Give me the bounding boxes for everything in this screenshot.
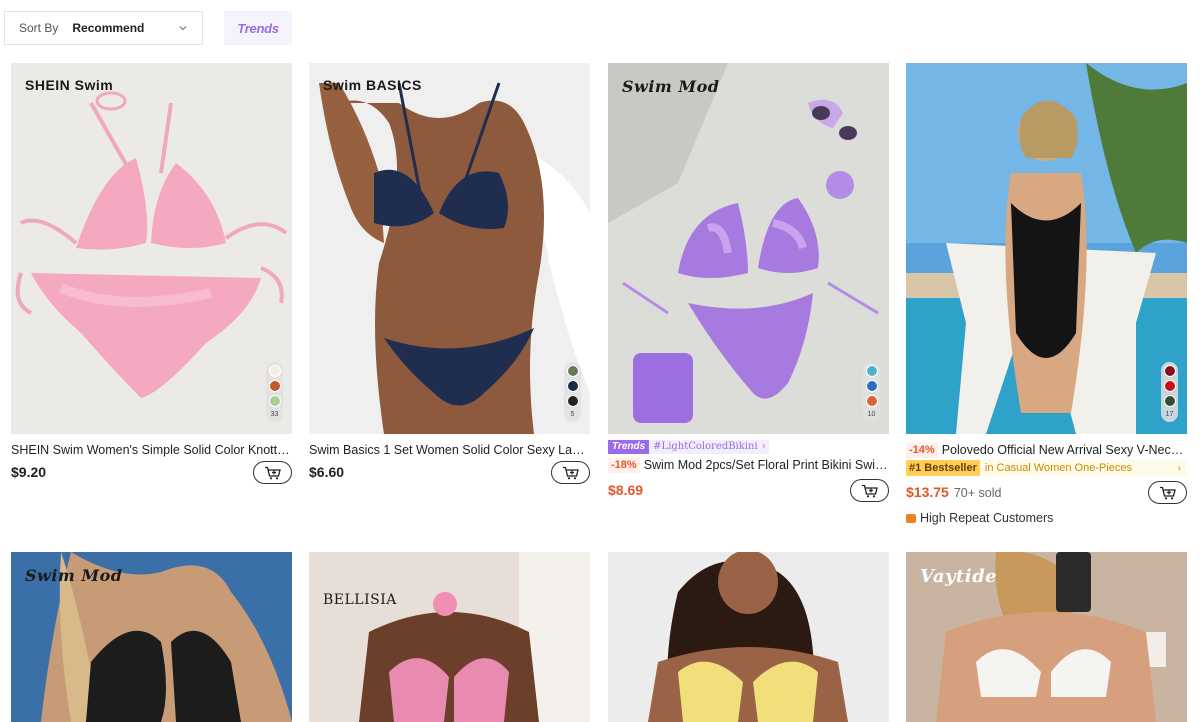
color-swatches[interactable]: 33 [266, 362, 283, 422]
product-price: $9.20 [11, 464, 47, 480]
product-title[interactable]: Swim Mod 2pcs/Set Floral Print Bikini Sw… [644, 458, 889, 472]
swatch-count: 17 [1165, 411, 1174, 418]
brand-logo: Swim BASICS [323, 77, 422, 93]
product-photo [608, 552, 889, 722]
brand-logo: Swim Mod [25, 566, 123, 585]
product-title[interactable]: SHEIN Swim Women's Simple Solid Color Kn… [11, 442, 292, 458]
add-to-cart-button[interactable] [253, 461, 292, 484]
repeat-customers-badge: High Repeat Customers [906, 511, 1053, 525]
product-photo [309, 63, 590, 434]
color-swatch[interactable] [865, 380, 878, 392]
swatch-count: 33 [270, 411, 279, 418]
repeat-icon [906, 513, 916, 523]
trend-tag-row[interactable]: Trends #LightColoredBikini › [608, 440, 769, 454]
repeat-label: High Repeat Customers [920, 511, 1054, 525]
chevron-down-icon [179, 26, 187, 31]
trends-badge: Trends [608, 440, 650, 454]
brand-logo: BELLISIA [323, 592, 397, 608]
discount-badge: -18% [608, 458, 640, 473]
product-image[interactable]: Vaytide [906, 552, 1187, 722]
swatch-count: 5 [570, 411, 575, 418]
color-swatch[interactable] [566, 395, 579, 407]
discount-badge: -14% [906, 443, 938, 458]
product-title-row[interactable]: -18% Swim Mod 2pcs/Set Floral Print Bikin… [608, 457, 889, 473]
trends-button[interactable]: Trends [224, 11, 292, 45]
product-image[interactable]: Swim Mod [11, 552, 292, 722]
color-swatch[interactable] [865, 365, 878, 377]
add-to-cart-button[interactable] [1148, 481, 1187, 504]
color-swatches[interactable]: 17 [1161, 362, 1178, 422]
product-image[interactable]: Swim BASICS 5 [309, 63, 590, 434]
swatch-count: 10 [867, 411, 876, 418]
color-swatch[interactable] [268, 380, 281, 392]
brand-logo: Swim Mod [622, 77, 720, 96]
bestseller-category: in Casual Women One-Pieces [984, 462, 1133, 474]
cart-plus-icon [562, 466, 579, 479]
sort-value: Recommend [72, 21, 145, 35]
product-price: $8.69 [608, 482, 644, 498]
product-image[interactable]: SHEIN Swim 33 [11, 63, 292, 434]
color-swatch[interactable] [1163, 380, 1176, 392]
brand-logo: SHEIN Swim [25, 77, 114, 93]
sold-count: 70+ sold [953, 486, 1002, 500]
price-row: $13.75 70+ sold [906, 484, 1001, 500]
cart-plus-icon [264, 466, 281, 479]
color-swatch[interactable] [566, 380, 579, 392]
product-image[interactable] [608, 552, 889, 722]
add-to-cart-button[interactable] [551, 461, 590, 484]
trend-hashtag[interactable]: #LightColoredBikini [649, 440, 762, 454]
product-title[interactable]: Swim Basics 1 Set Women Solid Color Sexy… [309, 442, 590, 458]
color-swatch[interactable] [865, 395, 878, 407]
color-swatch[interactable] [1163, 365, 1176, 377]
chevron-right-icon: › [761, 440, 769, 454]
color-swatch[interactable] [268, 365, 281, 377]
brand-logo: Vaytide [920, 566, 998, 587]
color-swatch[interactable] [1163, 395, 1176, 407]
color-swatch[interactable] [268, 395, 281, 407]
add-to-cart-button[interactable] [850, 479, 889, 502]
product-photo [309, 552, 590, 722]
product-image[interactable]: Swim Mod 10 [608, 63, 889, 434]
color-swatches[interactable]: 10 [863, 362, 880, 422]
chevron-right-icon: › [1177, 462, 1181, 474]
product-title[interactable]: Polovedo Official New Arrival Sexy V-Nec… [942, 443, 1187, 457]
bestseller-row[interactable]: #1 Bestseller in Casual Women One-Pieces… [906, 460, 1187, 476]
color-swatches[interactable]: 5 [564, 362, 581, 422]
cart-plus-icon [861, 484, 878, 497]
product-photo [608, 63, 889, 434]
product-image[interactable]: 17 [906, 63, 1187, 434]
product-title-row[interactable]: -14% Polovedo Official New Arrival Sexy V… [906, 442, 1187, 458]
cart-plus-icon [1159, 486, 1176, 499]
product-photo [906, 63, 1187, 434]
toolbar: Sort By Recommend Trends [4, 11, 292, 45]
product-image[interactable]: BELLISIA [309, 552, 590, 722]
product-photo [11, 63, 292, 434]
product-price: $13.75 [906, 484, 949, 500]
sort-label: Sort By [19, 21, 59, 35]
sort-dropdown[interactable]: Sort By Recommend [4, 11, 203, 45]
color-swatch[interactable] [566, 365, 579, 377]
trends-label: Trends [237, 20, 279, 36]
bestseller-badge: #1 Bestseller [906, 460, 980, 476]
product-price: $6.60 [309, 464, 345, 480]
